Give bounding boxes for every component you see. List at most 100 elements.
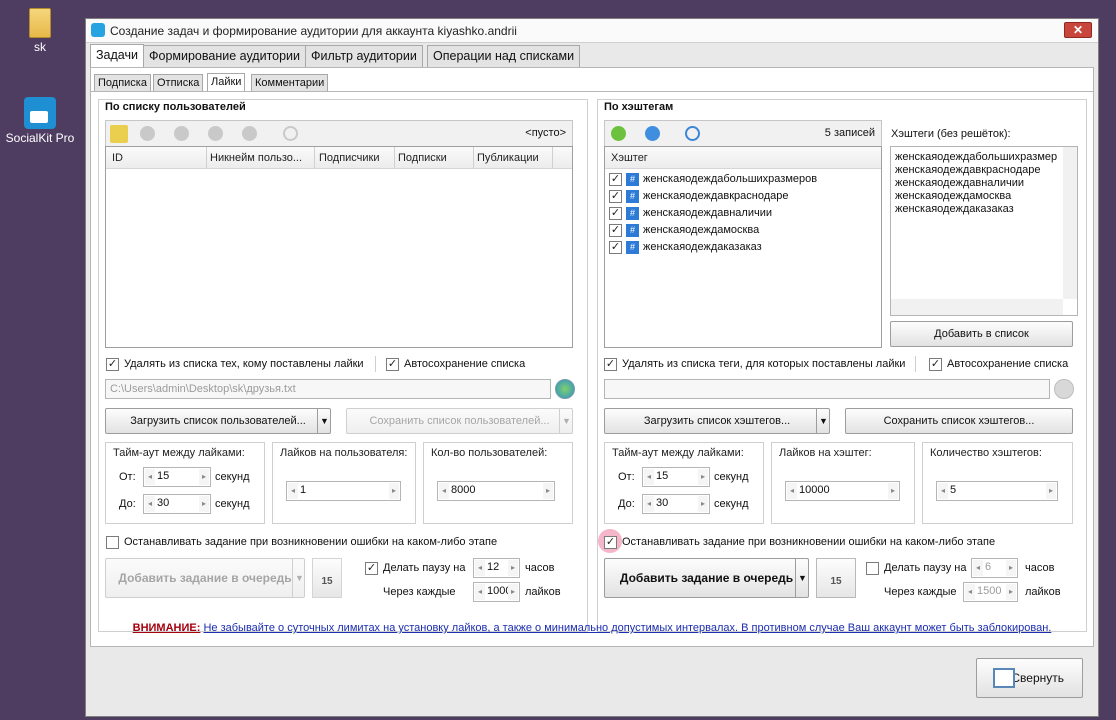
- select-icon[interactable]: [110, 125, 128, 143]
- app-icon: [91, 23, 105, 37]
- save-users-dropdown[interactable]: ▼: [559, 409, 573, 433]
- tab-likes[interactable]: Лайки: [207, 73, 246, 92]
- sec-label: секунд: [215, 471, 250, 483]
- refresh-file-icon[interactable]: [1054, 379, 1074, 399]
- users-count-spinner[interactable]: ◂ 8000 ▸: [437, 481, 555, 501]
- autosave-checkbox[interactable]: ✓: [386, 358, 399, 371]
- load-hashtags-dropdown[interactable]: ▼: [816, 409, 830, 433]
- likes-per-tag-spinner[interactable]: ◂ 10000 ▸: [785, 481, 900, 501]
- minimize-button[interactable]: Свернуть: [976, 658, 1083, 698]
- tags-count-value: 5: [950, 484, 957, 496]
- remove-tags-checkbox[interactable]: ✓: [604, 358, 617, 371]
- titlebar: Создание задач и формирование аудитории …: [86, 19, 1098, 43]
- col-sep: [473, 147, 474, 169]
- load-users-button[interactable]: Загрузить список пользователей...: [105, 408, 331, 434]
- check-icon[interactable]: [140, 126, 155, 141]
- folder-icon: [29, 8, 51, 38]
- calendar-day: 15: [830, 576, 842, 587]
- tab-list-ops[interactable]: Операции над списками: [427, 45, 581, 67]
- hashtags-text-line: женскаяодеждабольшихразмер: [895, 151, 1058, 163]
- timeout-from-value: 15: [656, 470, 669, 482]
- save-users-button[interactable]: Сохранить список пользователей...: [346, 408, 573, 434]
- col-id[interactable]: ID: [112, 152, 123, 164]
- hashtag-row-checkbox[interactable]: ✓: [609, 224, 622, 237]
- hashtag-row-checkbox[interactable]: ✓: [609, 241, 622, 254]
- refresh-file-icon[interactable]: [555, 379, 575, 399]
- col-posts[interactable]: Публикации: [477, 152, 539, 164]
- col-hashtag[interactable]: Хэштег: [611, 152, 648, 164]
- stop-on-error-checkbox[interactable]: [106, 536, 119, 549]
- desktop-folder-sk[interactable]: sk: [0, 8, 80, 54]
- stop-on-error-checkbox[interactable]: ✓: [604, 536, 617, 549]
- pause-label: Делать паузу на: [884, 562, 967, 574]
- timeout-to-spinner[interactable]: ◂ 30 ▸: [642, 494, 710, 514]
- horizontal-scrollbar[interactable]: [891, 299, 1063, 315]
- pause-hours-spinner[interactable]: ◂ 6 ▸: [971, 558, 1018, 578]
- tab-comments[interactable]: Комментарии: [251, 74, 329, 91]
- hashtags-text-line: женскаяодеждаказаказ: [895, 203, 1014, 215]
- tab-tasks[interactable]: Задачи: [90, 44, 144, 68]
- add-task-dropdown[interactable]: ▼: [795, 559, 809, 597]
- tab-audience[interactable]: Формирование аудитории: [143, 45, 307, 67]
- add-task-dropdown[interactable]: ▼: [292, 559, 306, 597]
- add-task-button[interactable]: Добавить задание в очередь: [105, 558, 305, 598]
- likes-per-user-spinner[interactable]: ◂ 1 ▸: [286, 481, 401, 501]
- schedule-calendar-icon[interactable]: 15: [816, 558, 856, 598]
- every-likes-spinner[interactable]: ◂ 1500 ▸: [963, 582, 1018, 602]
- users-file-path[interactable]: C:\Users\admin\Desktop\sk\друзья.txt: [105, 379, 551, 399]
- tab-filter[interactable]: Фильтр аудитории: [305, 45, 423, 67]
- likes-per-user-value: 1: [300, 484, 307, 496]
- remove-liked-label: Удалять из списка тех, кому поставлены л…: [124, 358, 364, 370]
- load-users-dropdown[interactable]: ▼: [317, 409, 331, 433]
- col-followers[interactable]: Подписчики: [319, 152, 380, 164]
- search-icon[interactable]: [685, 126, 700, 141]
- hashtag-icon: #: [626, 241, 639, 254]
- pause-checkbox[interactable]: [866, 562, 879, 575]
- add-task-button[interactable]: Добавить задание в очередь: [604, 558, 809, 598]
- tags-count-spinner[interactable]: ◂ 5 ▸: [936, 481, 1058, 501]
- col-following[interactable]: Подписки: [398, 152, 447, 164]
- tab-subscribe[interactable]: Подписка: [94, 74, 151, 91]
- col-sep: [394, 147, 395, 169]
- refresh-icon[interactable]: [208, 126, 223, 141]
- add-to-list-button[interactable]: Добавить в список: [890, 321, 1073, 347]
- desktop-socialkit-pro[interactable]: SocialKit Pro: [0, 97, 80, 145]
- search-icon[interactable]: [283, 126, 298, 141]
- delete-icon[interactable]: [645, 126, 660, 141]
- delete-icon[interactable]: [174, 126, 189, 141]
- autosave-label: Автосохранение списка: [947, 358, 1069, 370]
- hashtag-row-checkbox[interactable]: ✓: [609, 190, 622, 203]
- col-nickname[interactable]: Никнейм пользо...: [210, 152, 302, 164]
- export-icon[interactable]: [242, 126, 257, 141]
- to-label: До:: [618, 498, 635, 510]
- warning-text[interactable]: Не забывайте о суточных лимитах на устан…: [203, 622, 1051, 634]
- pause-hours-spinner[interactable]: ◂ 12 ▸: [473, 558, 520, 578]
- hashtag-row-checkbox[interactable]: ✓: [609, 207, 622, 220]
- load-hashtags-button[interactable]: Загрузить список хэштегов...: [604, 408, 830, 434]
- hashtags-table[interactable]: Хэштег ✓ # женскаяодеждабольшихразмеров …: [604, 146, 882, 348]
- schedule-calendar-icon[interactable]: 15: [312, 558, 342, 598]
- tab-unsubscribe[interactable]: Отписка: [153, 74, 204, 91]
- hashtags-file-path[interactable]: [604, 379, 1050, 399]
- hashtag-row-checkbox[interactable]: ✓: [609, 173, 622, 186]
- timeout-from-value: 15: [157, 470, 170, 482]
- hashtag-icon: #: [626, 173, 639, 186]
- hashtags-textarea[interactable]: женскаяодеждабольшихразмер женскаяодежда…: [890, 146, 1078, 316]
- col-sep: [552, 147, 553, 169]
- users-table[interactable]: ID Никнейм пользо... Подписчики Подписки…: [105, 146, 573, 348]
- users-count-title: Кол-во пользователей:: [431, 447, 548, 459]
- every-likes-spinner[interactable]: ◂ 1000 ▸: [473, 582, 520, 602]
- vertical-scrollbar[interactable]: [1063, 147, 1077, 299]
- remove-liked-checkbox[interactable]: ✓: [106, 358, 119, 371]
- timeout-title: Тайм-аут между лайками:: [612, 447, 744, 459]
- save-hashtags-button[interactable]: Сохранить список хэштегов...: [845, 408, 1073, 434]
- stop-on-error-label: Останавливать задание при возникновении …: [124, 536, 498, 548]
- divider: [375, 356, 376, 372]
- timeout-to-spinner[interactable]: ◂ 30 ▸: [143, 494, 211, 514]
- pause-checkbox[interactable]: ✓: [365, 562, 378, 575]
- autosave-checkbox[interactable]: ✓: [929, 358, 942, 371]
- close-button[interactable]: ✕: [1064, 22, 1092, 38]
- timeout-from-spinner[interactable]: ◂ 15 ▸: [143, 467, 211, 487]
- check-icon[interactable]: [611, 126, 626, 141]
- timeout-from-spinner[interactable]: ◂ 15 ▸: [642, 467, 710, 487]
